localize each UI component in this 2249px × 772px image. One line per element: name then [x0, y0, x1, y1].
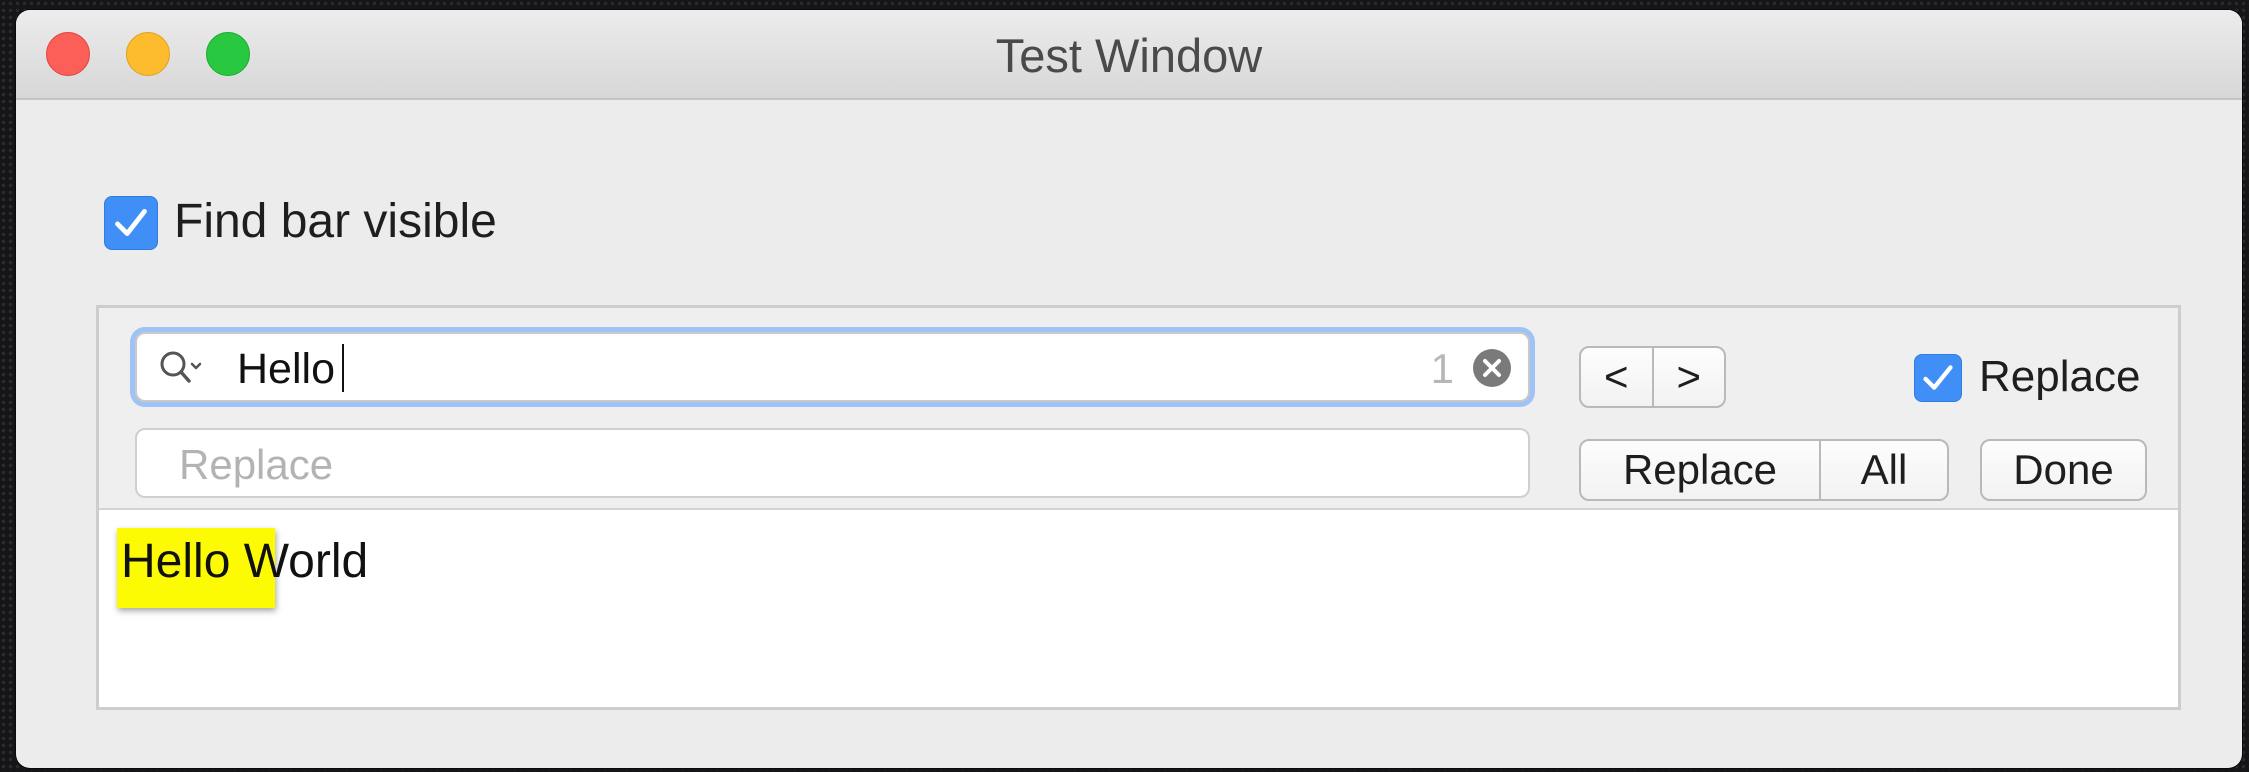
- replace-buttons-group: Replace All: [1579, 439, 1949, 501]
- match-count: 1: [1430, 345, 1454, 392]
- find-bar-visible-checkbox[interactable]: [104, 196, 158, 250]
- search-field[interactable]: Hello 1: [135, 332, 1530, 402]
- checkmark-icon: [115, 209, 147, 236]
- previous-next-control: < >: [1579, 346, 1726, 408]
- replace-toggle-checkbox[interactable]: [1914, 354, 1962, 402]
- window-title: Test Window: [995, 29, 1263, 82]
- replace-all-button-label: All: [1860, 446, 1908, 493]
- done-button[interactable]: Done: [1980, 439, 2147, 501]
- replace-button[interactable]: Replace: [1581, 441, 1819, 499]
- replace-input[interactable]: [177, 440, 1381, 490]
- test-window: Test Window Find bar visible Hello 1 Rep…: [16, 10, 2242, 768]
- next-match-button[interactable]: >: [1651, 348, 1725, 406]
- document-text[interactable]: Hello World: [121, 534, 368, 589]
- find-bar: Hello 1 < > Replace: [99, 308, 2178, 510]
- highlighted-match: Hello: [121, 535, 231, 588]
- find-bar-visible-label: Find bar visible: [174, 195, 497, 248]
- document-rest-text: World: [230, 535, 369, 588]
- text-view-container: Hello 1 < > Replace: [96, 305, 2181, 710]
- search-icon[interactable]: [157, 348, 203, 388]
- clear-icon[interactable]: [1472, 348, 1512, 388]
- replace-all-button[interactable]: All: [1819, 441, 1947, 499]
- replace-button-label: Replace: [1622, 446, 1778, 493]
- replace-toggle-label: Replace: [1979, 352, 2141, 401]
- replace-field[interactable]: [135, 428, 1530, 498]
- checkmark-icon: [1923, 365, 1953, 390]
- done-button-label: Done: [2013, 446, 2114, 493]
- text-caret: [342, 344, 344, 392]
- title-bar[interactable]: Test Window: [16, 10, 2242, 100]
- next-label: >: [1676, 353, 1702, 400]
- previous-match-button[interactable]: <: [1581, 348, 1652, 406]
- search-input-value[interactable]: Hello: [237, 345, 335, 394]
- previous-label: <: [1603, 353, 1629, 400]
